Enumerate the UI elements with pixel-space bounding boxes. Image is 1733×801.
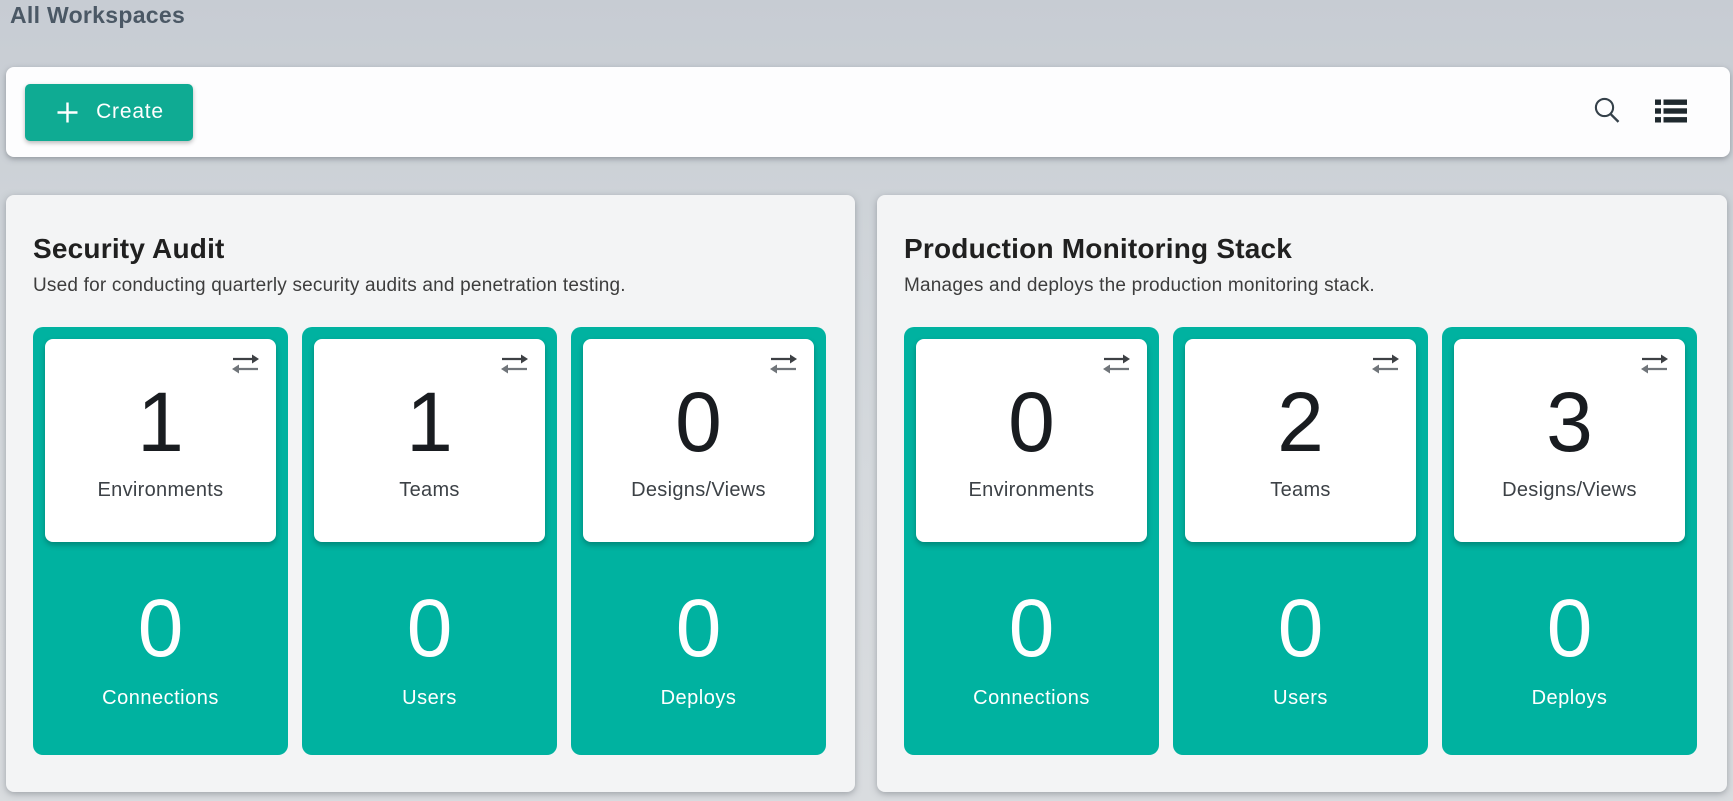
tile-bottom-panel: 0 Users [1173, 542, 1428, 755]
stat-label: Designs/Views [1502, 479, 1637, 502]
stat-value: 0 [1278, 588, 1324, 670]
stat-label: Environments [98, 479, 224, 502]
stat-tiles-row: 1 Environments 0 Connections [33, 327, 828, 755]
tile-bottom-panel: 0 Connections [33, 542, 288, 755]
workspace-card-security-audit[interactable]: Security Audit Used for conducting quart… [6, 195, 855, 792]
plus-icon [54, 99, 81, 126]
workspace-title: Security Audit [33, 233, 828, 265]
list-view-button[interactable] [1654, 98, 1688, 127]
stat-value: 3 [1546, 380, 1593, 464]
stat-label: Users [402, 687, 457, 710]
tile-top-panel: 3 Designs/Views [1454, 339, 1685, 542]
stat-value: 0 [407, 588, 453, 670]
toolbar: Create [6, 67, 1730, 157]
list-view-icon [1654, 98, 1688, 127]
stat-label: Deploys [1532, 687, 1608, 710]
transfer-arrows-icon[interactable] [1370, 353, 1401, 380]
stat-value: 0 [1009, 588, 1055, 670]
tile-top-panel: 1 Environments [45, 339, 276, 542]
workspace-card-production-monitoring-stack[interactable]: Production Monitoring Stack Manages and … [877, 195, 1727, 792]
tile-top-panel: 0 Environments [916, 339, 1147, 542]
tile-top-panel: 0 Designs/Views [583, 339, 814, 542]
workspace-description: Manages and deploys the production monit… [904, 275, 1700, 297]
stat-tile-environments-connections[interactable]: 0 Environments 0 Connections [904, 327, 1159, 755]
search-icon [1591, 94, 1623, 130]
stat-value: 0 [1008, 380, 1055, 464]
page-title: All Workspaces [10, 2, 185, 29]
stat-label: Deploys [661, 687, 737, 710]
stat-label: Teams [1270, 479, 1330, 502]
transfer-arrows-icon[interactable] [768, 353, 799, 380]
stat-tile-designs-deploys[interactable]: 3 Designs/Views 0 Deploys [1442, 327, 1697, 755]
stat-tiles-row: 0 Environments 0 Connections [904, 327, 1700, 755]
search-button[interactable] [1591, 94, 1623, 130]
stat-label: Environments [969, 479, 1095, 502]
tile-top-panel: 1 Teams [314, 339, 545, 542]
stat-tile-environments-connections[interactable]: 1 Environments 0 Connections [33, 327, 288, 755]
create-button-label: Create [96, 100, 164, 124]
transfer-arrows-icon[interactable] [499, 353, 530, 380]
stat-label: Users [1273, 687, 1328, 710]
tile-bottom-panel: 0 Deploys [571, 542, 826, 755]
stat-value: 1 [406, 380, 453, 464]
tile-bottom-panel: 0 Connections [904, 542, 1159, 755]
stat-value: 2 [1277, 380, 1324, 464]
tile-bottom-panel: 0 Users [302, 542, 557, 755]
stat-tile-designs-deploys[interactable]: 0 Designs/Views 0 Deploys [571, 327, 826, 755]
workspace-description: Used for conducting quarterly security a… [33, 275, 828, 297]
workspace-title: Production Monitoring Stack [904, 233, 1700, 265]
stat-label: Designs/Views [631, 479, 766, 502]
stat-value: 0 [138, 588, 184, 670]
stat-label: Teams [399, 479, 459, 502]
transfer-arrows-icon[interactable] [1639, 353, 1670, 380]
stat-value: 0 [675, 380, 722, 464]
stat-value: 0 [676, 588, 722, 670]
transfer-arrows-icon[interactable] [1101, 353, 1132, 380]
tile-bottom-panel: 0 Deploys [1442, 542, 1697, 755]
create-button[interactable]: Create [25, 84, 193, 141]
stat-tile-teams-users[interactable]: 2 Teams 0 Users [1173, 327, 1428, 755]
transfer-arrows-icon[interactable] [230, 353, 261, 380]
stat-value: 0 [1547, 588, 1593, 670]
tile-top-panel: 2 Teams [1185, 339, 1416, 542]
stat-label: Connections [973, 687, 1090, 710]
stat-value: 1 [137, 380, 184, 464]
stat-tile-teams-users[interactable]: 1 Teams 0 Users [302, 327, 557, 755]
stat-label: Connections [102, 687, 219, 710]
workspaces-page: All Workspaces Create [0, 0, 1733, 801]
